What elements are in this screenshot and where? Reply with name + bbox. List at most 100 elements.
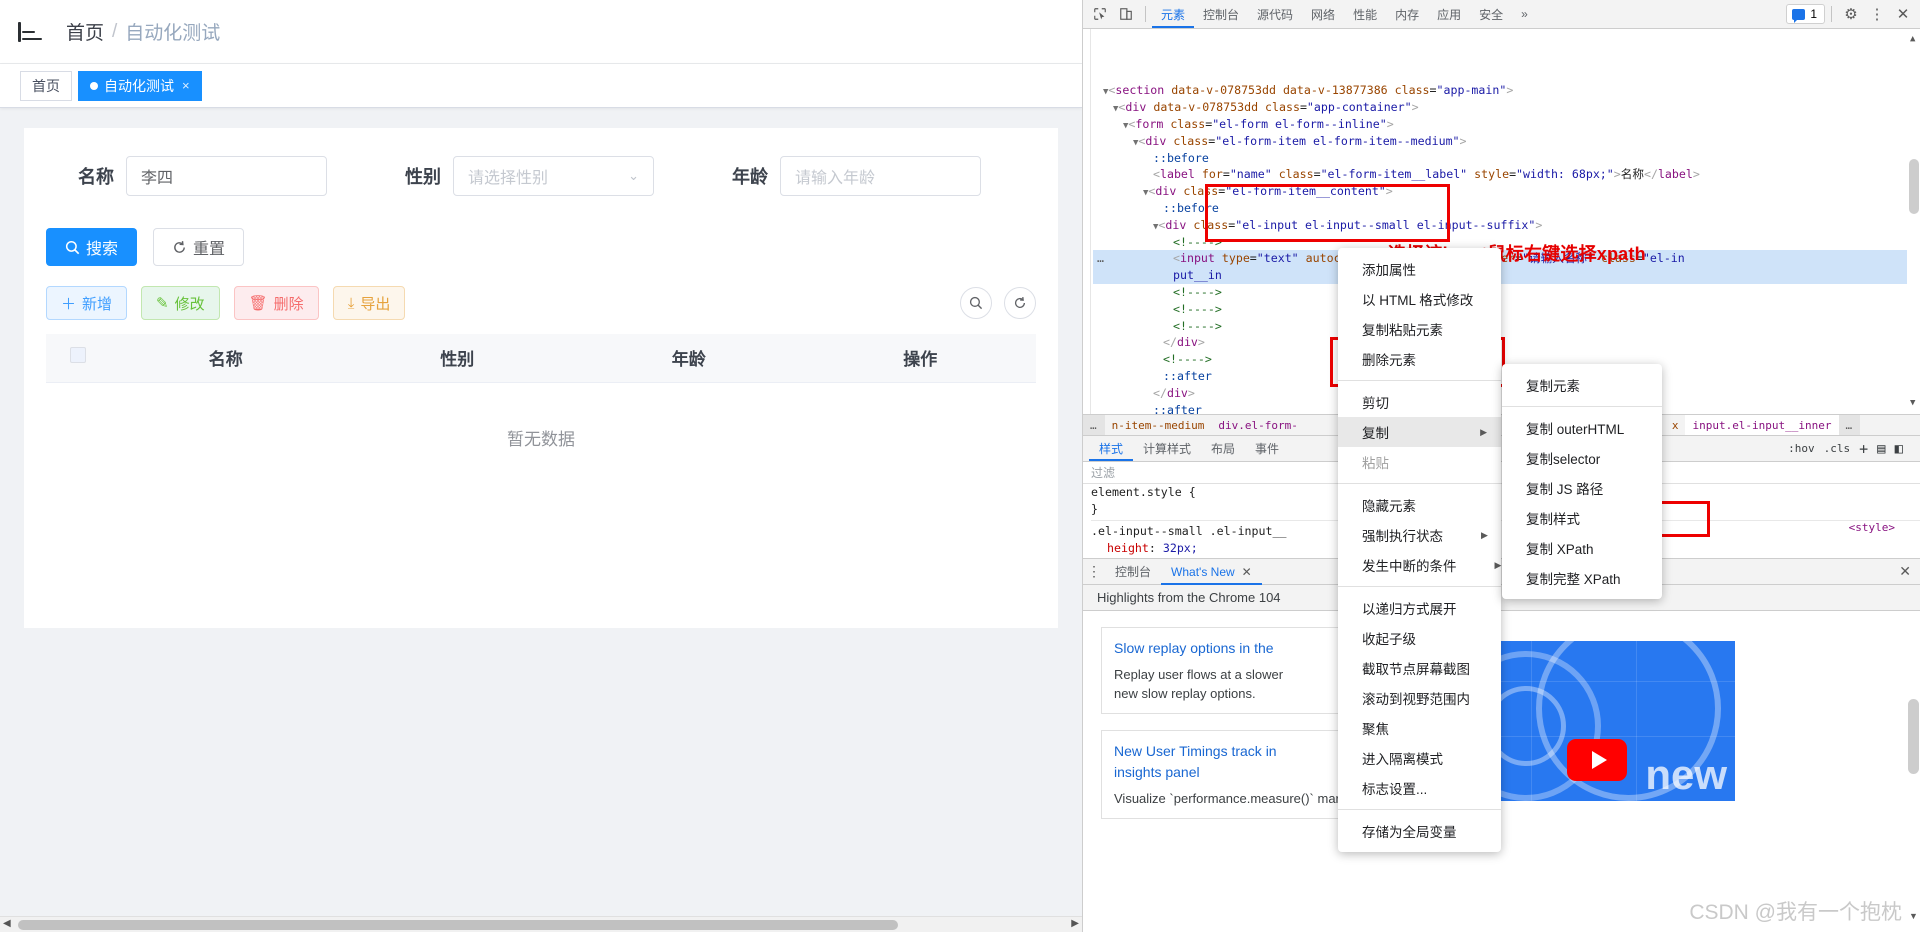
search-toggle-button[interactable] (960, 287, 992, 319)
tab-performance[interactable]: 性能 (1344, 1, 1386, 28)
tag-close-icon[interactable]: × (182, 78, 190, 93)
tab-overflow-icon[interactable]: » (1512, 1, 1537, 28)
dom-line[interactable]: ::before (1093, 200, 1920, 217)
breadcrumb-home[interactable]: 首页 (66, 18, 104, 45)
styles-tab-events[interactable]: 事件 (1245, 436, 1289, 461)
scroll-down-arrow-icon[interactable]: ▼ (1910, 395, 1915, 412)
sidebar-toggle-icon[interactable] (18, 21, 44, 43)
menu-item[interactable]: 标志设置... (1338, 773, 1501, 803)
whats-new-scroll-down-icon[interactable]: ▼ (1909, 911, 1918, 921)
kebab-menu-icon[interactable]: ⋮ (1864, 2, 1890, 26)
menu-item[interactable]: 复制selector (1502, 443, 1662, 473)
styles-tab-styles[interactable]: 样式 (1089, 436, 1133, 461)
menu-item[interactable]: 以递归方式展开 (1338, 593, 1501, 623)
computed-sidebar-icon[interactable]: ◧ (1895, 441, 1903, 457)
styles-tab-layout[interactable]: 布局 (1201, 436, 1245, 461)
tab-elements[interactable]: 元素 (1152, 1, 1194, 28)
style-value-height[interactable]: 32px; (1163, 541, 1198, 555)
dom-line[interactable]: ▼<form class="el-form el-form--inline"> (1093, 116, 1920, 133)
whats-new-scroll-thumb[interactable] (1908, 699, 1919, 774)
style-source-link[interactable]: <style> (1849, 520, 1895, 537)
menu-item[interactable]: 复制样式 (1502, 503, 1662, 533)
new-style-rule-icon[interactable]: + (1859, 440, 1868, 458)
dom-line[interactable]: <!----> (1093, 284, 1920, 301)
youtube-play-button[interactable] (1567, 739, 1627, 781)
menu-item[interactable]: 复制粘贴元素 (1338, 314, 1501, 344)
print-media-icon[interactable]: ▤ (1877, 441, 1885, 457)
menu-item[interactable]: 强制执行状态 ▶ (1338, 520, 1501, 550)
name-input[interactable]: 李四 (126, 156, 327, 196)
dom-line[interactable]: ▼<div class="el-form-item el-form-item--… (1093, 133, 1920, 150)
dom-line[interactable]: <!----> (1093, 301, 1920, 318)
menu-item[interactable]: 以 HTML 格式修改 (1338, 284, 1501, 314)
dom-tree-scrollbar[interactable]: ▲ ▼ (1907, 29, 1920, 414)
menu-item[interactable]: 截取节点屏幕截图 (1338, 653, 1501, 683)
drawer-kebab-icon[interactable]: ⋮ (1083, 563, 1105, 580)
reset-button[interactable]: 重置 (153, 228, 245, 266)
add-button[interactable]: ＋ 新增 (46, 286, 128, 320)
whats-new-video-thumbnail[interactable]: new (1461, 641, 1735, 801)
dom-line[interactable]: <!----> (1093, 318, 1920, 335)
device-toolbar-icon[interactable] (1113, 2, 1139, 26)
dom-line[interactable]: ▼<div class="el-input el-input--small el… (1093, 217, 1920, 234)
close-icon[interactable]: ✕ (1890, 2, 1916, 26)
drawer-tab-close-icon[interactable]: ✕ (1242, 565, 1252, 579)
menu-item[interactable]: 隐藏元素 (1338, 490, 1501, 520)
issues-button[interactable]: 1 (1786, 4, 1825, 24)
tab-network[interactable]: 网络 (1302, 1, 1344, 28)
dom-line[interactable]: ▼<div data-v-078753dd class="app-contain… (1093, 99, 1920, 116)
tab-security[interactable]: 安全 (1470, 1, 1512, 28)
scrollbar-thumb[interactable] (18, 920, 898, 930)
breadcrumb-item-selected[interactable]: input.el-input__inner (1685, 415, 1839, 435)
style-prop-height[interactable]: height (1091, 541, 1149, 555)
dom-line[interactable]: ▼<div class="el-form-item__content"> (1093, 183, 1920, 200)
tag-automation-test[interactable]: 自动化测试 × (78, 70, 202, 101)
breadcrumb-item-3[interactable]: x (1665, 415, 1686, 435)
refresh-table-button[interactable] (1004, 287, 1036, 319)
page-horizontal-scrollbar[interactable]: ◀ ▶ (0, 916, 1082, 932)
breadcrumb-item-2[interactable]: div.el-form- (1211, 415, 1304, 435)
scroll-up-arrow-icon[interactable]: ▲ (1910, 31, 1915, 48)
dom-line[interactable]: ▼<section data-v-078753dd data-v-1387738… (1093, 82, 1920, 99)
age-input[interactable]: 请输入年龄 (780, 156, 981, 196)
dom-line[interactable]: </div> (1093, 334, 1920, 351)
dom-line[interactable]: ::before (1093, 150, 1920, 167)
scroll-right-arrow-icon[interactable]: ▶ (1071, 918, 1079, 929)
menu-item[interactable]: 添加属性 (1338, 254, 1501, 284)
menu-item[interactable]: 复制 outerHTML (1502, 413, 1662, 443)
gender-select[interactable]: 请选择性别 ⌄ (453, 156, 654, 196)
drawer-tab-whats-new[interactable]: What's New ✕ (1161, 559, 1262, 585)
menu-item[interactable]: 复制元素 (1502, 370, 1662, 400)
breadcrumb-overflow[interactable]: … (1083, 415, 1105, 435)
dom-line[interactable]: put__in (1093, 267, 1920, 284)
inspect-cursor-icon[interactable] (1087, 2, 1113, 26)
styles-tab-computed[interactable]: 计算样式 (1133, 436, 1201, 461)
select-all-checkbox[interactable] (70, 347, 86, 364)
menu-item[interactable]: 聚焦 (1338, 713, 1501, 743)
menu-item[interactable]: 复制 XPath (1502, 533, 1662, 563)
dom-line[interactable]: <label for="name" class="el-form-item__l… (1093, 166, 1920, 183)
export-button[interactable]: ⤓ 导出 (332, 286, 406, 320)
tab-memory[interactable]: 内存 (1386, 1, 1428, 28)
edit-button[interactable]: ✎ 修改 (141, 286, 220, 320)
menu-item[interactable]: 删除元素 (1338, 344, 1501, 374)
menu-item[interactable]: 复制 ▶ (1338, 417, 1501, 447)
copy-submenu[interactable]: 复制元素 复制 outerHTML 复制selector 复制 JS 路径 复制样式 复制… (1502, 364, 1662, 599)
menu-item[interactable]: 发生中断的条件 ▶ (1338, 550, 1501, 580)
whats-new-scrollbar[interactable]: ▼ (1908, 631, 1919, 921)
menu-item[interactable]: 复制完整 XPath (1502, 563, 1662, 593)
menu-item[interactable]: 进入隔离模式 (1338, 743, 1501, 773)
delete-button[interactable]: 🗑 删除 (233, 286, 319, 320)
dom-scroll-thumb[interactable] (1909, 159, 1919, 214)
tab-sources[interactable]: 源代码 (1248, 1, 1302, 28)
cls-toggle[interactable]: .cls (1824, 442, 1851, 455)
menu-item[interactable]: 复制 JS 路径 (1502, 473, 1662, 503)
tab-console[interactable]: 控制台 (1194, 1, 1248, 28)
devtools-context-menu[interactable]: 添加属性以 HTML 格式修改 复制粘贴元素 删除元素 剪切 复制 ▶ 粘贴 隐藏元素 强制执行… (1338, 248, 1501, 852)
search-button[interactable]: 搜索 (46, 228, 138, 266)
dom-tree[interactable]: ▼<section data-v-078753dd data-v-1387738… (1083, 29, 1920, 414)
scroll-left-arrow-icon[interactable]: ◀ (3, 918, 11, 929)
breadcrumb-item-1[interactable]: n-item--medium (1105, 415, 1212, 435)
gear-icon[interactable]: ⚙ (1838, 2, 1864, 26)
menu-item[interactable]: 滚动到视野范围内 (1338, 683, 1501, 713)
